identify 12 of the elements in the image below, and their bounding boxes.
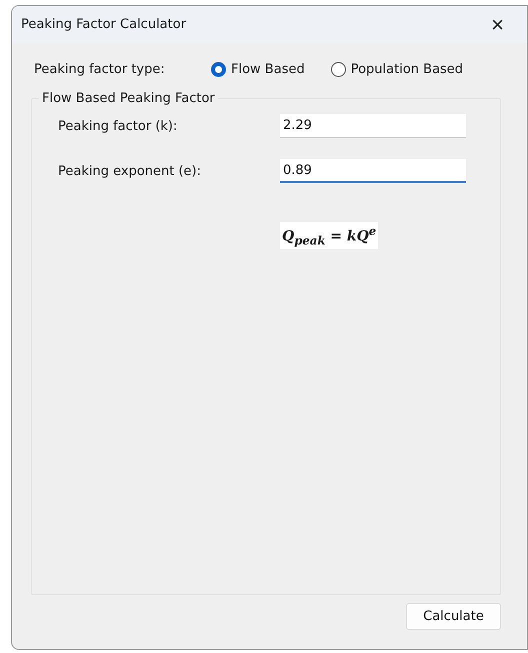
input-field[interactable]: 2.29 (280, 114, 466, 138)
field-label: Peaking factor type: (33, 62, 166, 76)
window-title: Peaking Factor Calculator (21, 17, 186, 32)
group-title: Flow Based Peaking Factor (41, 91, 216, 106)
input-field[interactable]: 0.89 (280, 159, 466, 183)
radio-button[interactable]: Population Based (330, 62, 464, 76)
field-label: Peaking exponent (e): (58, 164, 202, 178)
calculate-button[interactable]: Calculate (406, 603, 501, 630)
field-label: Peaking factor (k): (58, 118, 178, 134)
formula: Q$_{peak}$ = kQ$^{e}$ (280, 222, 378, 250)
radio-button[interactable]: Flow Based (211, 62, 305, 76)
close-button[interactable]: × (485, 12, 518, 36)
